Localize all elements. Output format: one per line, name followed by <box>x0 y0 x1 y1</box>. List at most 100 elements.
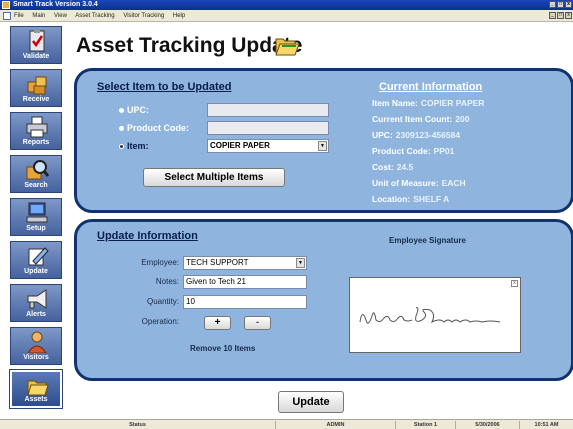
magnifier-box-icon <box>26 160 49 180</box>
item-dropdown[interactable]: COPIER PAPER ▼ <box>207 139 329 153</box>
info-value: 200 <box>455 114 470 124</box>
employee-label: Employee: <box>141 258 179 267</box>
quantity-input[interactable]: 10 <box>183 295 307 309</box>
info-value: EACH <box>441 178 466 188</box>
maximize-button[interactable]: □ <box>557 1 564 8</box>
info-label: Cost: <box>372 162 394 172</box>
close-button[interactable]: x <box>565 1 572 8</box>
status-text: Status <box>129 422 146 428</box>
info-label: UPC: <box>372 130 393 140</box>
sidebar-item-assets[interactable]: Assets <box>9 369 63 409</box>
menu-file[interactable]: File <box>14 13 24 19</box>
info-label: Current Item Count: <box>372 114 453 124</box>
window-titlebar: Smart Track Version 3.0.4 _ □ x <box>0 0 573 10</box>
sidebar-item-setup[interactable]: Setup <box>10 198 62 236</box>
pencil-icon <box>28 247 49 266</box>
sidebar-item-update[interactable]: Update <box>10 241 62 279</box>
menu-main[interactable]: Main <box>32 13 45 19</box>
folders-icon <box>275 38 300 56</box>
sidebar-item-search[interactable]: Search <box>10 155 62 193</box>
sidebar-item-reports[interactable]: Reports <box>10 112 62 150</box>
operation-label: Operation: <box>141 317 179 326</box>
radio-dot-selected[interactable] <box>119 143 124 149</box>
update-button[interactable]: Update <box>278 391 344 413</box>
menu-visitor-tracking[interactable]: Visitor Tracking <box>123 13 164 19</box>
info-unit-of-measure: Unit of Measure: EACH <box>372 178 466 188</box>
status-user: ADMIN <box>275 421 395 429</box>
sidebar-item-alerts[interactable]: Alerts <box>10 284 62 322</box>
sidebar-item-label: Search <box>24 182 48 189</box>
item-dropdown-value: COPIER PAPER <box>210 141 270 150</box>
sidebar-item-label: Alerts <box>26 311 46 318</box>
notes-input[interactable]: Given to Tech 21 <box>183 275 307 289</box>
child-window-controls: _ □ x <box>549 12 572 19</box>
app-icon <box>2 1 10 9</box>
add-operation-button[interactable]: + <box>204 316 231 330</box>
info-value: 2309123-456584 <box>395 130 461 140</box>
signature-title: Employee Signature <box>389 236 466 245</box>
info-cost: Cost: 24.5 <box>372 162 413 172</box>
window-title: Smart Track Version 3.0.4 <box>13 1 98 8</box>
info-item-name: Item Name: COPIER PAPER <box>372 98 484 108</box>
sidebar-item-visitors[interactable]: Visitors <box>10 327 62 365</box>
radio-dot[interactable] <box>119 107 124 113</box>
current-information-heading: Current Information <box>379 81 483 93</box>
info-label: Product Code: <box>372 146 431 156</box>
radio-item[interactable]: Item: <box>119 141 149 151</box>
main-content: Asset Tracking Update Select Item to be … <box>64 24 573 419</box>
child-close-button[interactable]: x <box>565 12 572 19</box>
status-time: 10:51 AM <box>519 421 573 429</box>
status-date: 5/30/2006 <box>455 421 519 429</box>
sidebar-item-validate[interactable]: Validate <box>10 26 62 64</box>
info-label: Item Name: <box>372 98 418 108</box>
notes-label: Notes: <box>155 277 179 286</box>
info-location: Location: SHELF A <box>372 194 449 204</box>
child-minimize-button[interactable]: _ <box>549 12 556 19</box>
person-icon <box>27 331 47 353</box>
update-information-heading: Update Information <box>97 230 198 242</box>
boxes-icon <box>27 76 47 95</box>
info-item-count: Current Item Count: 200 <box>372 114 469 124</box>
quantity-label: Quantity: <box>146 297 179 306</box>
sidebar-item-label: Visitors <box>23 354 49 361</box>
document-icon <box>3 12 11 20</box>
chevron-down-icon[interactable]: ▼ <box>318 141 327 151</box>
menu-help[interactable]: Help <box>173 13 185 19</box>
product-code-input[interactable] <box>207 121 329 135</box>
radio-dot[interactable] <box>119 125 124 131</box>
chevron-down-icon[interactable]: ▼ <box>296 258 305 268</box>
upc-input[interactable] <box>207 103 329 117</box>
radio-product-code[interactable]: Product Code: <box>119 123 189 133</box>
clear-signature-button[interactable]: x <box>511 280 518 287</box>
operation-summary: Remove 10 Items <box>190 344 256 353</box>
radio-upc[interactable]: UPC: <box>119 105 149 115</box>
info-value: COPIER PAPER <box>420 98 485 108</box>
sidebar-item-label: Assets <box>24 396 48 403</box>
signature-pad[interactable]: x <box>349 277 521 353</box>
printer-icon <box>26 116 48 138</box>
status-station: Station 1 <box>395 421 455 429</box>
folders-icon <box>27 380 49 396</box>
window-controls: _ □ x <box>549 1 572 8</box>
sidebar-item-receive[interactable]: Receive <box>10 69 62 107</box>
page-title: Asset Tracking Update <box>76 34 303 57</box>
sidebar-item-label: Validate <box>22 53 50 60</box>
menu-asset-tracking[interactable]: Asset Tracking <box>75 13 114 19</box>
select-multiple-items-button[interactable]: Select Multiple Items <box>143 168 285 187</box>
upc-label: UPC: <box>127 105 149 115</box>
employee-dropdown[interactable]: TECH SUPPORT ▼ <box>183 256 307 270</box>
info-product-code: Product Code: PP01 <box>372 146 454 156</box>
info-value: 24.5 <box>396 162 414 172</box>
menu-bar: File Main View Asset Tracking Visitor Tr… <box>0 10 573 22</box>
menu-view[interactable]: View <box>54 13 67 19</box>
subtract-operation-button[interactable]: - <box>244 316 271 330</box>
signature-stroke <box>359 307 501 324</box>
minimize-button[interactable]: _ <box>549 1 556 8</box>
sidebar-item-label: Reports <box>22 139 50 146</box>
sidebar: Validate Receive Reports Search Setup Up… <box>8 24 63 419</box>
computer-icon <box>26 202 48 223</box>
child-maximize-button[interactable]: □ <box>557 12 564 19</box>
info-label: Unit of Measure: <box>372 178 439 188</box>
item-label: Item: <box>127 141 149 151</box>
product-code-label: Product Code: <box>127 123 189 133</box>
